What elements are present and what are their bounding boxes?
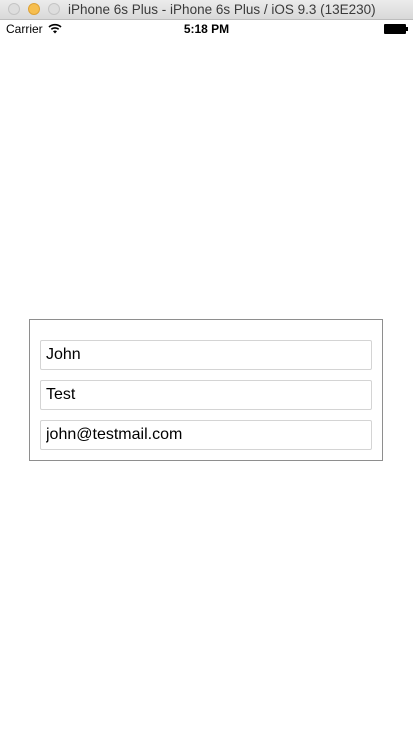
ios-status-bar: Carrier 5:18 PM [0, 20, 413, 39]
email-field[interactable] [40, 420, 372, 450]
battery-icon [384, 24, 408, 34]
minimize-window-button[interactable] [28, 3, 40, 15]
last-name-field[interactable] [40, 380, 372, 410]
window-title-bar: iPhone 6s Plus - iPhone 6s Plus / iOS 9.… [0, 0, 413, 20]
close-window-button[interactable] [8, 3, 20, 15]
first-name-field[interactable] [40, 340, 372, 370]
status-bar-time: 5:18 PM [183, 22, 230, 36]
window-title: iPhone 6s Plus - iPhone 6s Plus / iOS 9.… [68, 2, 376, 17]
zoom-window-button[interactable] [48, 3, 60, 15]
simulator-window: iPhone 6s Plus - iPhone 6s Plus / iOS 9.… [0, 0, 413, 755]
contact-form-card [29, 319, 383, 461]
